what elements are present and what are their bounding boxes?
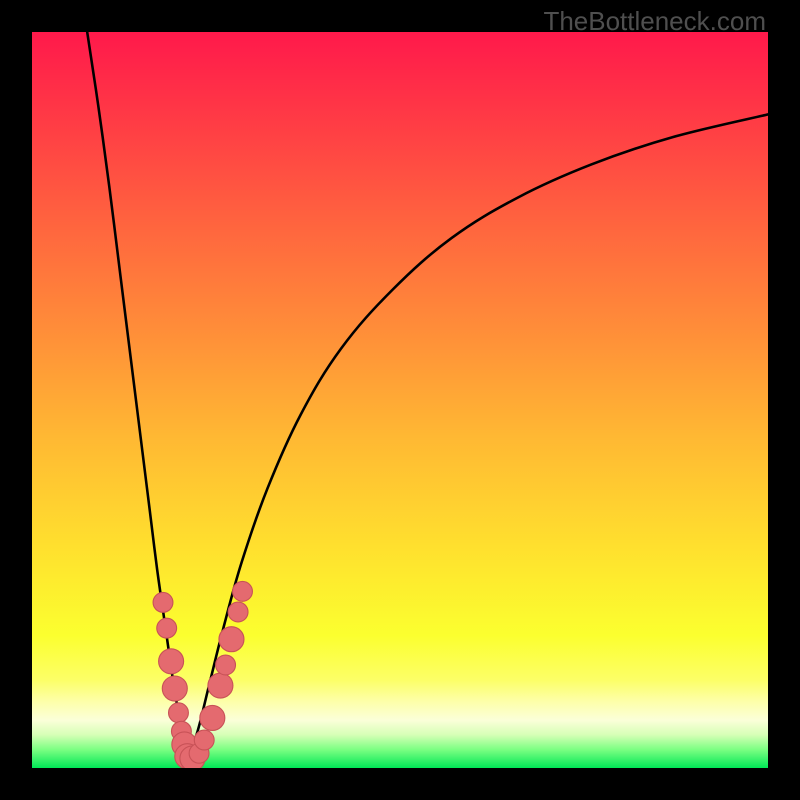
data-marker: [157, 618, 177, 638]
curve-right-branch: [187, 114, 768, 759]
data-marker: [208, 673, 233, 698]
curve-layer: [32, 32, 768, 768]
plot-area: [32, 32, 768, 768]
outer-frame: TheBottleneck.com: [0, 0, 800, 800]
data-marker: [153, 592, 173, 612]
data-marker: [233, 581, 253, 601]
data-marker: [219, 627, 244, 652]
data-marker: [159, 649, 184, 674]
curve-markers: [153, 581, 252, 768]
data-marker: [228, 602, 248, 622]
data-marker: [169, 703, 189, 723]
data-marker: [200, 705, 225, 730]
data-marker: [194, 730, 214, 750]
data-marker: [216, 655, 236, 675]
data-marker: [162, 676, 187, 701]
